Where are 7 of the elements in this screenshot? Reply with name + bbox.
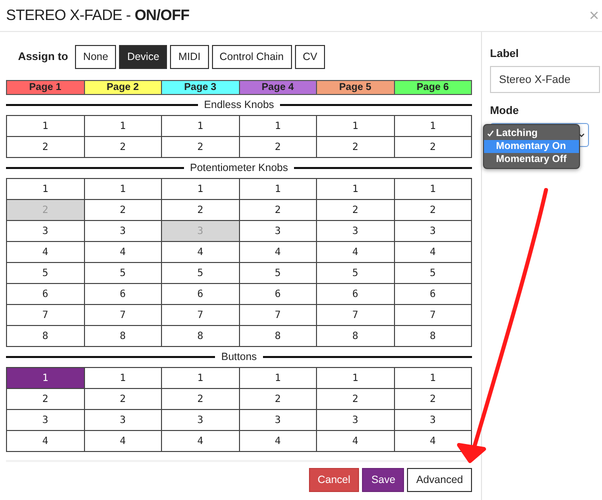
- assign-label: Assign to: [18, 51, 68, 63]
- section-heading: Potentiometer Knobs: [190, 162, 288, 174]
- label-heading: Label: [490, 48, 520, 60]
- section-heading: Endless Knobs: [204, 98, 274, 110]
- mode-heading: Mode: [490, 105, 520, 117]
- dialog-title: STEREO X-FADE - ON/OFF: [6, 7, 190, 24]
- section-heading: Buttons: [221, 350, 257, 362]
